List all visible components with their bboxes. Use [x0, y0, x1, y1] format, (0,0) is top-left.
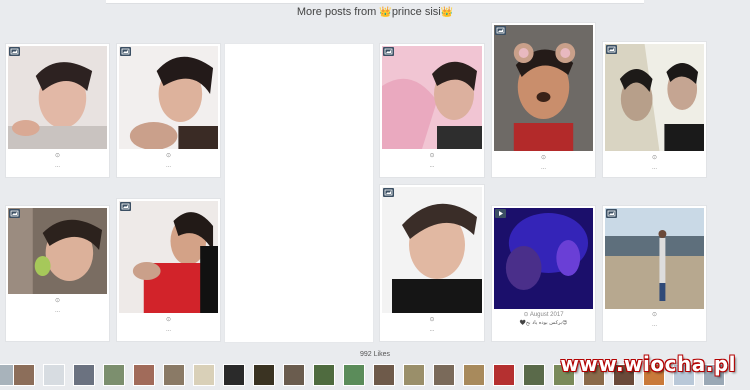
top-bar	[106, 0, 644, 4]
image-post-icon	[9, 47, 20, 56]
post-card[interactable]: ⊙ ...	[379, 43, 485, 178]
crown-right-icon: 👑	[440, 7, 454, 18]
thumbnail[interactable]	[373, 364, 395, 386]
post-more[interactable]: ...	[603, 321, 706, 329]
image-post-icon	[120, 47, 131, 56]
post-card[interactable]: ⊙ ...	[602, 205, 707, 342]
crown-left-icon: 👑	[379, 7, 392, 18]
post-more[interactable]: ...	[6, 162, 109, 170]
thumbnail[interactable]	[223, 364, 245, 386]
thumbnail[interactable]	[493, 364, 515, 386]
post-card[interactable]: ⊙ ...	[602, 41, 707, 178]
post-card[interactable]: ⊙ ...	[5, 43, 110, 178]
thumbnail[interactable]	[463, 364, 485, 386]
post-photo[interactable]	[605, 208, 704, 309]
thumbnail[interactable]	[343, 364, 365, 386]
post-photo[interactable]	[119, 46, 218, 149]
thumbnail[interactable]	[433, 364, 455, 386]
post-meta: ⊙	[54, 153, 61, 159]
image-post-icon	[9, 209, 20, 218]
thumbnail[interactable]	[403, 364, 425, 386]
more-posts-heading: More posts from 👑prince sisi👑	[0, 6, 750, 18]
post-meta: ⊙	[540, 155, 547, 161]
image-post-icon	[383, 47, 394, 56]
post-meta: ⊙ August 2017	[523, 312, 564, 318]
post-card[interactable]: ⊙ ...	[491, 22, 596, 178]
thumbnail[interactable]	[103, 364, 125, 386]
post-card[interactable]: ⊙ ...	[5, 205, 110, 342]
post-card[interactable]: ⊙ ...	[116, 43, 221, 178]
thumbnail[interactable]	[193, 364, 215, 386]
post-more[interactable]: ...	[492, 164, 595, 172]
post-card[interactable]: ⊙ August 2017 🖤برکس بوده یاد بخ😍	[491, 205, 596, 342]
image-post-icon	[606, 45, 617, 54]
thumbnail[interactable]	[163, 364, 185, 386]
post-more[interactable]: ...	[6, 307, 109, 315]
post-photo[interactable]	[382, 46, 482, 149]
author-link[interactable]: prince sisi	[392, 6, 441, 18]
thumbnail[interactable]	[523, 364, 545, 386]
post-photo[interactable]	[605, 44, 704, 151]
post-card[interactable]: ⊙ ...	[116, 198, 221, 342]
image-post-icon	[606, 209, 617, 218]
post-caption: 🖤برکس بوده یاد بخ😍	[519, 320, 568, 326]
image-post-icon	[495, 26, 506, 35]
thumbnail[interactable]	[253, 364, 275, 386]
post-meta: ⊙	[429, 317, 435, 323]
post-more[interactable]: ...	[603, 164, 706, 172]
thumbnail[interactable]	[283, 364, 305, 386]
more-posts-prefix: More posts from	[296, 6, 380, 18]
post-meta: ⊙	[165, 153, 172, 159]
post-meta: ⊙	[429, 153, 435, 159]
post-card[interactable]: ⊙ ...	[379, 184, 485, 342]
video-post-icon	[495, 209, 506, 218]
thumbnail[interactable]	[13, 364, 35, 386]
post-meta: ⊙	[165, 317, 172, 323]
empty-post-card	[224, 43, 374, 343]
post-more[interactable]: ...	[380, 326, 484, 334]
post-photo[interactable]	[382, 187, 482, 313]
post-photo[interactable]	[119, 201, 218, 313]
thumbnail[interactable]	[43, 364, 65, 386]
watermark-logo: www.wiocha.pl	[560, 352, 736, 376]
post-photo[interactable]	[8, 46, 107, 149]
thumbnail[interactable]	[313, 364, 335, 386]
image-post-icon	[383, 188, 394, 197]
thumbnail[interactable]	[133, 364, 155, 386]
post-meta: ⊙	[54, 298, 61, 304]
post-more[interactable]: ...	[380, 162, 484, 170]
post-photo[interactable]	[494, 208, 593, 309]
post-meta: ⊙	[651, 155, 658, 161]
thumbnail[interactable]	[73, 364, 95, 386]
image-post-icon	[120, 202, 131, 211]
post-photo[interactable]	[8, 208, 107, 294]
post-meta: ⊙	[651, 312, 658, 318]
post-more[interactable]: ...	[117, 162, 220, 170]
post-more[interactable]: ...	[117, 326, 220, 334]
post-photo[interactable]	[494, 25, 593, 151]
